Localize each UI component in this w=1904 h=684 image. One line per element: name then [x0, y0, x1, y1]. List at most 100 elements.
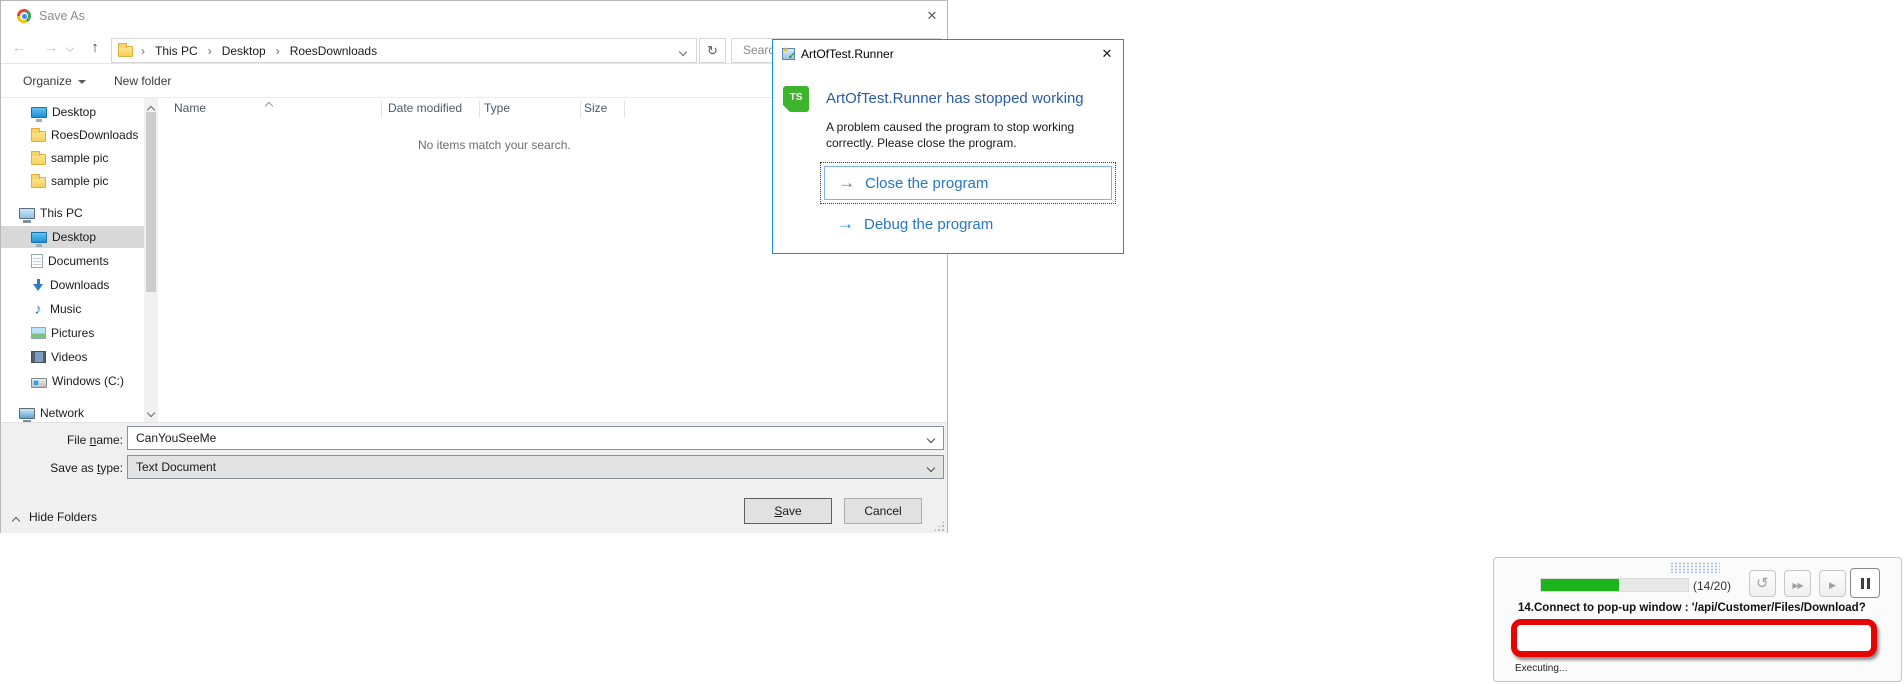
download-arrow-icon: [31, 278, 45, 292]
breadcrumb-this-pc[interactable]: This PC: [145, 44, 208, 58]
chevron-down-icon[interactable]: [928, 436, 935, 443]
video-icon: [31, 351, 46, 363]
sidebar-item-roesdownloads[interactable]: RoesDownloads: [1, 124, 144, 146]
column-divider: [624, 101, 625, 118]
label-text: Save as: [50, 461, 97, 475]
back-icon[interactable]: [7, 36, 31, 60]
close-icon[interactable]: [1091, 40, 1123, 68]
error-body-line1: A problem caused the program to stop wor…: [826, 120, 1096, 134]
sidebar-item-label: Pictures: [51, 326, 94, 340]
folder-icon: [31, 131, 46, 142]
sidebar-item-label: sample pic: [51, 151, 108, 165]
current-step-text: 14.Connect to pop-up window : '/api/Cust…: [1518, 602, 1878, 614]
error-body-line2: correctly. Please close the program.: [826, 136, 1096, 150]
desktop-icon: [31, 107, 47, 118]
hide-folders-label: Hide Folders: [29, 510, 97, 524]
sidebar-item-label: Network: [40, 406, 84, 420]
save-dialog-footer: File name: CanYouSeeMe Save as type: Tex…: [1, 422, 947, 533]
play-button[interactable]: [1819, 570, 1846, 597]
fast-forward-button[interactable]: [1784, 570, 1811, 597]
sidebar-item-network[interactable]: Network: [1, 402, 144, 424]
sidebar-item-pictures[interactable]: Pictures: [1, 322, 144, 344]
organize-dropdown-icon: [78, 80, 86, 84]
music-note-icon: [31, 302, 45, 317]
file-name-label: File name:: [1, 433, 123, 447]
organize-button[interactable]: Organize: [23, 64, 86, 98]
cancel-button[interactable]: Cancel: [844, 498, 922, 524]
sidebar-item-label: Music: [50, 302, 81, 316]
save-as-type-select[interactable]: Text Document: [127, 455, 944, 479]
column-header-size[interactable]: Size: [584, 101, 607, 119]
sort-ascending-icon: [266, 100, 273, 107]
folder-icon: [31, 154, 46, 165]
sidebar-item-label: This PC: [40, 206, 83, 220]
chevron-down-icon[interactable]: [928, 465, 935, 472]
sidebar-item-videos[interactable]: Videos: [1, 346, 144, 368]
sidebar-item-music[interactable]: Music: [1, 298, 144, 320]
sidebar-item-windows-c[interactable]: Windows (C:): [1, 370, 144, 392]
save-dialog-titlebar: Save As: [1, 1, 947, 31]
progress-count: (14/20): [1693, 579, 1731, 593]
arrow-right-icon: [837, 214, 854, 234]
folder-icon: [31, 177, 46, 188]
breadcrumb-desktop[interactable]: Desktop: [212, 44, 276, 58]
address-dropdown-icon[interactable]: [680, 49, 687, 56]
sidebar-item-sample-pic-2[interactable]: sample pic: [1, 170, 144, 192]
execution-status: Executing...: [1515, 663, 1567, 674]
debug-the-program-button[interactable]: Debug the program: [824, 212, 993, 236]
sidebar-item-sample-pic-1[interactable]: sample pic: [1, 147, 144, 169]
refresh-icon[interactable]: [699, 38, 726, 63]
save-as-type-value: Text Document: [136, 460, 216, 474]
address-bar[interactable]: › This PC › Desktop › RoesDownloads: [111, 38, 697, 63]
breadcrumb-roesdownloads[interactable]: RoesDownloads: [280, 44, 387, 58]
sidebar-item-label: RoesDownloads: [51, 128, 138, 142]
artoftest-runner-app-icon: [782, 48, 795, 60]
sidebar-item-downloads[interactable]: Downloads: [1, 274, 144, 296]
column-header-name[interactable]: Name: [174, 101, 206, 119]
scroll-down-icon[interactable]: [148, 410, 154, 416]
pause-button[interactable]: [1850, 568, 1880, 598]
fast-forward-icon: [1792, 575, 1802, 593]
computer-icon: [19, 208, 35, 219]
error-dialog-title: ArtOfTest.Runner: [801, 40, 894, 68]
save-button[interactable]: Save: [744, 498, 832, 524]
new-folder-button[interactable]: New folder: [114, 64, 171, 98]
restart-button[interactable]: [1749, 570, 1776, 597]
column-divider: [381, 101, 382, 118]
column-divider: [580, 101, 581, 118]
sidebar-item-documents[interactable]: Documents: [1, 250, 144, 272]
desktop-icon: [31, 232, 47, 243]
progress-fill: [1541, 579, 1619, 591]
highlight-red-box: [1511, 619, 1877, 657]
sidebar-item-desktop-selected[interactable]: Desktop: [1, 226, 144, 248]
save-dialog-title: Save As: [39, 1, 85, 31]
label-text: ype:: [100, 461, 123, 475]
sidebar-item-desktop-quick[interactable]: Desktop: [1, 101, 144, 123]
sidebar-item-label: sample pic: [51, 174, 108, 188]
sidebar-item-label: Documents: [48, 254, 109, 268]
sidebar-item-label: Downloads: [50, 278, 109, 292]
restart-icon: [1756, 574, 1769, 593]
column-divider: [479, 101, 480, 118]
column-header-date-modified[interactable]: Date modified: [388, 101, 462, 119]
close-the-program-button[interactable]: Close the program: [824, 166, 1112, 200]
drag-handle[interactable]: [1670, 562, 1720, 573]
label-text: ame:: [96, 433, 123, 447]
column-header-type[interactable]: Type: [484, 101, 510, 119]
history-chevron-icon[interactable]: [67, 45, 74, 52]
arrow-right-icon: [838, 173, 855, 193]
file-name-input[interactable]: CanYouSeeMe: [127, 426, 944, 450]
organize-label: Organize: [23, 74, 72, 88]
sidebar-item-this-pc[interactable]: This PC: [1, 202, 144, 224]
scroll-up-icon[interactable]: [148, 104, 154, 110]
close-icon[interactable]: [917, 1, 947, 31]
button-text: ave: [782, 504, 801, 518]
forward-icon[interactable]: [39, 36, 63, 60]
scrollbar-thumb[interactable]: [146, 112, 156, 292]
debug-program-label: Debug the program: [864, 216, 993, 233]
error-heading: ArtOfTest.Runner has stopped working: [826, 90, 1118, 107]
progress-bar: [1540, 578, 1689, 592]
up-icon[interactable]: [83, 36, 107, 60]
sidebar-scrollbar[interactable]: [144, 98, 157, 422]
pane-divider: [157, 98, 158, 422]
